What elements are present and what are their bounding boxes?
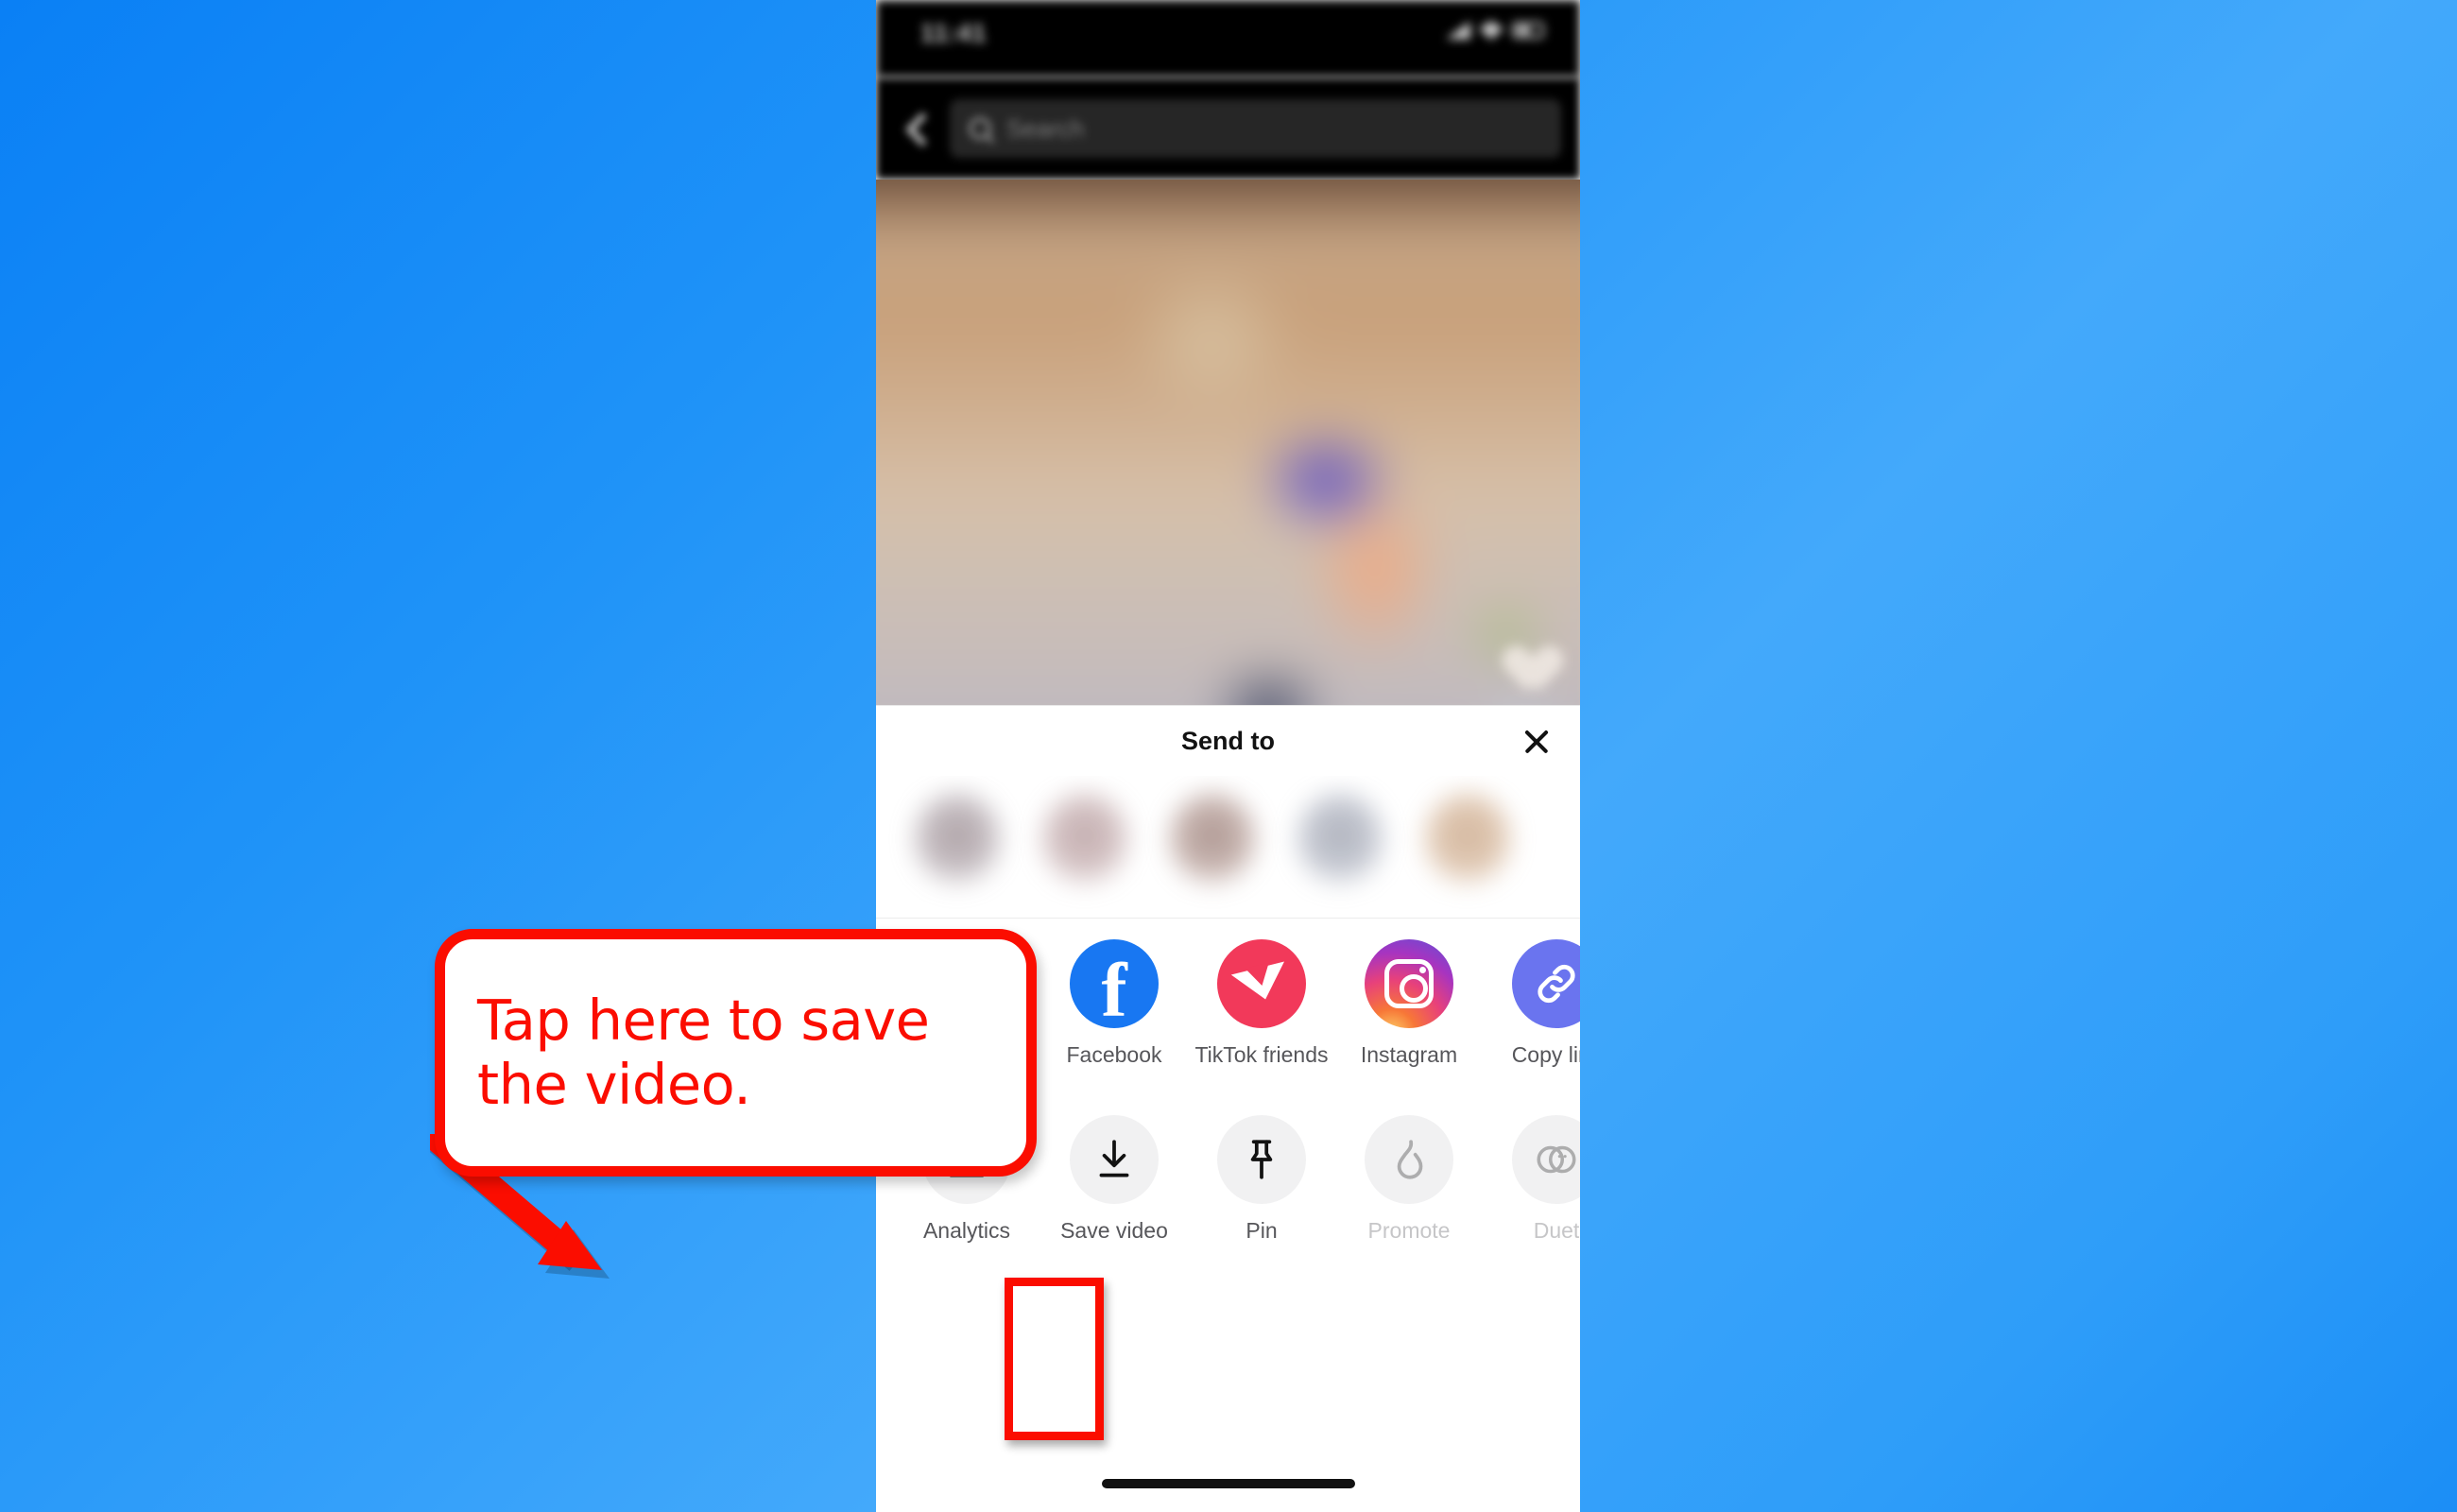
phone-screen: 11:41 Search Send to f Facebook TikTok f… — [876, 0, 1580, 1512]
contact-avatar[interactable] — [1276, 776, 1403, 887]
avatar — [1168, 793, 1256, 887]
action-label: Duet — [1533, 1218, 1580, 1243]
action-pin[interactable]: Pin — [1188, 1115, 1335, 1245]
search-placeholder: Search — [1006, 113, 1085, 143]
search-input[interactable]: Search — [950, 99, 1561, 158]
signal-icon — [1446, 21, 1470, 40]
share-target-facebook[interactable]: f Facebook — [1040, 939, 1188, 1069]
home-indicator — [1101, 1479, 1355, 1488]
pin-icon — [1217, 1115, 1306, 1204]
video-frame-image — [876, 180, 1580, 705]
share-target-label: Copy link — [1511, 1042, 1580, 1067]
share-target-instagram[interactable]: Instagram — [1335, 939, 1483, 1069]
search-icon — [969, 117, 991, 140]
share-sheet-header: Send to — [876, 706, 1580, 776]
close-icon[interactable] — [1521, 727, 1552, 757]
instruction-callout: Tap here to save the video. — [435, 929, 1037, 1177]
share-target-copy-link[interactable]: Copy link — [1483, 939, 1580, 1069]
facebook-icon: f — [1070, 939, 1159, 1028]
duet-circles-icon — [1512, 1115, 1580, 1204]
action-label: Save video — [1060, 1218, 1168, 1243]
contact-avatar[interactable] — [1403, 776, 1531, 887]
action-label: Analytics — [922, 1218, 1011, 1243]
download-icon — [1070, 1115, 1159, 1204]
back-chevron-icon[interactable] — [901, 112, 933, 145]
battery-icon — [1512, 22, 1544, 39]
tiktok-friends-icon — [1217, 939, 1306, 1028]
instruction-callout-text: Tap here to save the video. — [477, 987, 930, 1117]
status-bar-time: 11:41 — [920, 19, 988, 47]
share-target-tiktok-friends[interactable]: TikTok friends — [1188, 939, 1335, 1069]
contact-avatar[interactable] — [1148, 776, 1276, 887]
share-target-label: Facebook — [1066, 1042, 1162, 1067]
status-bar: 11:41 — [876, 0, 1580, 77]
action-label: Promote — [1367, 1218, 1451, 1243]
share-sheet-title: Send to — [1181, 726, 1275, 755]
action-label: Pin — [1246, 1218, 1278, 1243]
navigation-bar: Search — [876, 77, 1580, 180]
avatar — [1296, 793, 1383, 887]
flame-icon — [1365, 1115, 1453, 1204]
instagram-icon — [1365, 939, 1453, 1028]
share-target-label: Instagram — [1360, 1042, 1458, 1067]
status-bar-indicators — [1446, 21, 1544, 40]
heart-icon — [1491, 627, 1546, 679]
action-duet[interactable]: Duet — [1483, 1115, 1580, 1245]
contacts-row — [876, 776, 1580, 918]
action-save-video[interactable]: Save video — [1040, 1115, 1188, 1245]
link-icon — [1512, 939, 1580, 1028]
avatar — [913, 793, 1001, 887]
wifi-icon — [1479, 21, 1503, 40]
action-promote[interactable]: Promote — [1335, 1115, 1483, 1245]
avatar — [1040, 793, 1128, 887]
contact-avatar[interactable] — [1021, 776, 1148, 887]
video-preview[interactable] — [876, 180, 1580, 705]
share-target-label: TikTok friends — [1194, 1042, 1329, 1067]
contact-avatar[interactable] — [893, 776, 1021, 887]
avatar — [1423, 793, 1511, 887]
